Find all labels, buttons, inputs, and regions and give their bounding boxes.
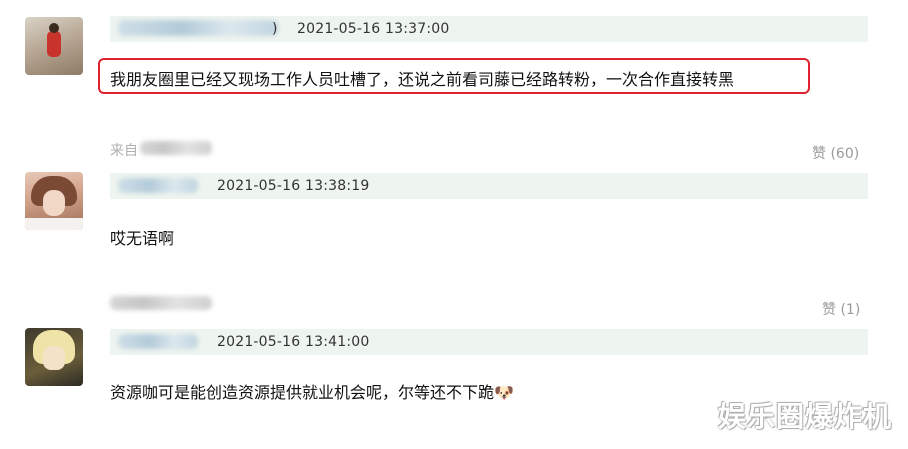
blurred-username: [118, 334, 198, 349]
comment-timestamp: 2021-05-16 13:37:00: [297, 21, 450, 37]
avatar-user-2[interactable]: [25, 172, 83, 230]
avatar-face: [43, 346, 65, 370]
blurred-source: [110, 296, 212, 310]
comment-timestamp: 2021-05-16 13:41:00: [217, 334, 370, 350]
from-label: 来自: [110, 143, 138, 159]
watermark: 娱乐圈爆炸机: [717, 400, 892, 433]
avatar-figure: [47, 31, 61, 57]
avatar-face: [43, 190, 65, 216]
avatar-user-3[interactable]: [25, 328, 83, 386]
comment-text: 资源咖可是能创造资源提供就业机会呢，尔等还不下跪🐶: [110, 383, 514, 402]
blurred-source: [140, 141, 212, 155]
avatar-head: [49, 23, 59, 33]
comment-paren: ): [272, 21, 278, 37]
comment-timestamp: 2021-05-16 13:38:19: [217, 178, 370, 194]
like-button[interactable]: 赞 (1): [822, 299, 860, 319]
blurred-username: [118, 20, 278, 36]
comment-text: 哎无语啊: [110, 229, 175, 248]
blurred-username: [118, 178, 198, 193]
avatar-collar: [25, 218, 83, 230]
avatar-user-1[interactable]: [25, 17, 83, 75]
like-button[interactable]: 赞 (60): [812, 143, 859, 163]
comment-text: 我朋友圈里已经又现场工作人员吐槽了，还说之前看司藤已经路转粉，一次合作直接转黑: [110, 70, 735, 89]
